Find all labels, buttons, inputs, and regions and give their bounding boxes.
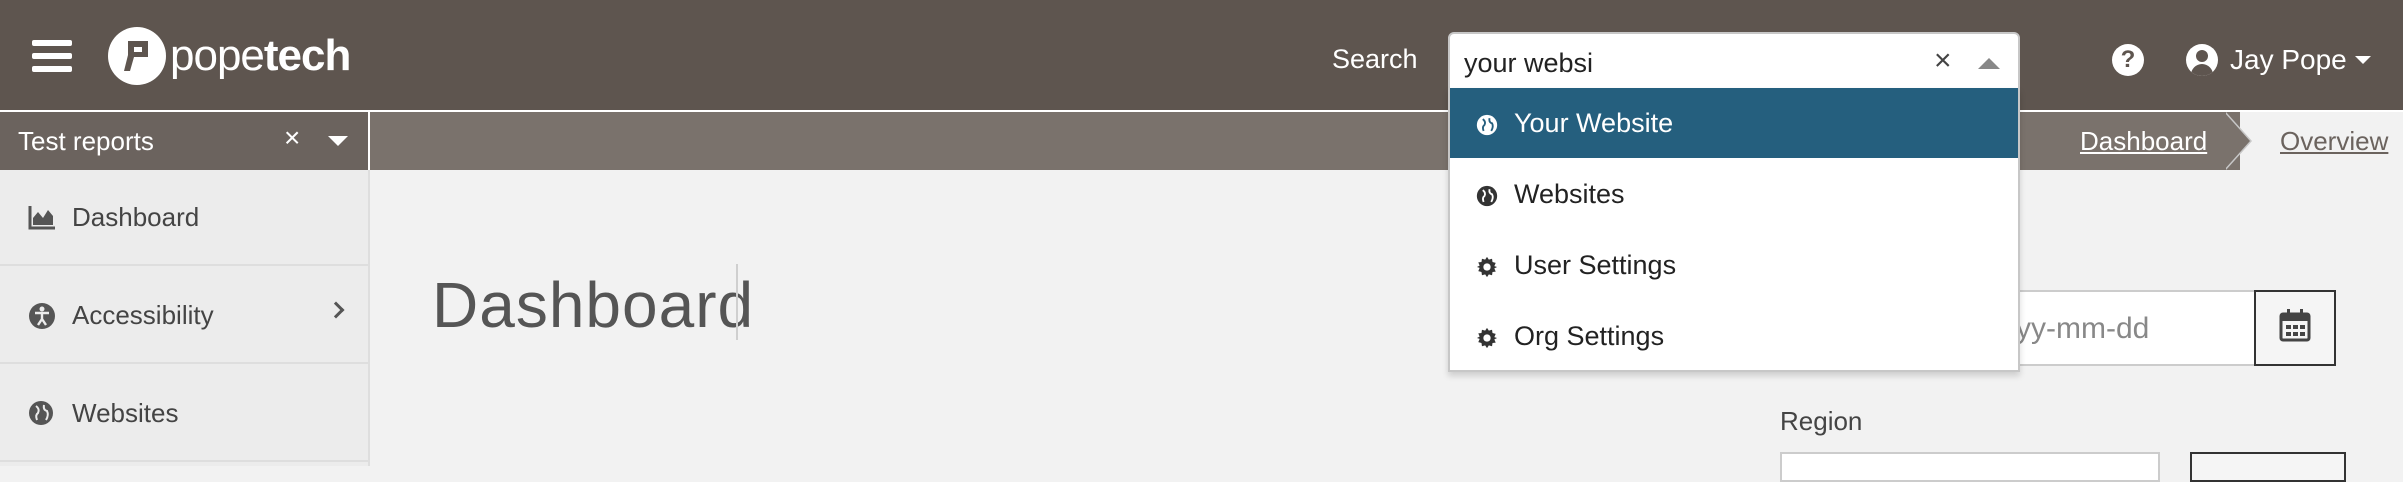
top-navbar: popetech Search × ? Jay Pope	[0, 0, 2403, 110]
calendar-button[interactable]	[2254, 290, 2336, 366]
breadcrumb-separator-arrow	[2224, 112, 2250, 170]
test-reports-selector[interactable]: Test reports ×	[0, 112, 368, 170]
logo-text-regular: pope	[170, 31, 265, 80]
region-label: Region	[1780, 406, 1863, 436]
title-divider	[736, 264, 738, 340]
breadcrumb-overview[interactable]: Overview	[2280, 126, 2388, 157]
globe-icon	[1476, 183, 1498, 207]
sidebar: Dashboard Accessibility Websites	[0, 170, 370, 466]
page-title: Dashboard	[432, 269, 755, 341]
region-select[interactable]	[1780, 452, 2160, 482]
search-combobox[interactable]: ×	[1448, 32, 2020, 90]
sidebar-item-websites[interactable]: Websites	[0, 366, 368, 462]
date-placeholder: yy-mm-dd	[2016, 312, 2150, 345]
clear-search-icon[interactable]: ×	[1934, 44, 1952, 78]
search-option-user-settings[interactable]: User Settings	[1450, 230, 2018, 300]
gear-icon	[1476, 325, 1498, 349]
search-option-label: Your Website	[1514, 107, 1674, 138]
popetech-logo[interactable]: popetech	[108, 26, 351, 86]
hamburger-menu-icon[interactable]	[32, 40, 74, 76]
sidebar-item-label: Accessibility	[72, 299, 214, 330]
gear-icon	[1476, 254, 1498, 278]
search-option-websites[interactable]: Websites	[1450, 159, 2018, 229]
search-option-label: User Settings	[1514, 249, 1677, 280]
search-input[interactable]	[1464, 48, 1904, 79]
search-option-label: Websites	[1514, 178, 1625, 209]
chevron-down-icon	[2354, 56, 2371, 64]
chevron-up-icon[interactable]	[1978, 58, 2000, 69]
sidebar-item-accessibility[interactable]: Accessibility	[0, 268, 368, 364]
sidebar-item-dashboard[interactable]: Dashboard	[0, 170, 368, 266]
logo-text-bold: tech	[263, 31, 351, 80]
chevron-right-icon	[327, 301, 345, 319]
search-option-your-website[interactable]: Your Website	[1450, 88, 2018, 158]
sidebar-item-label: Websites	[72, 397, 179, 428]
user-avatar-icon	[2186, 44, 2218, 76]
divider	[368, 112, 370, 170]
sidebar-item-label: Dashboard	[72, 201, 200, 232]
calendar-icon	[2279, 309, 2311, 342]
search-option-org-settings[interactable]: Org Settings	[1450, 301, 2018, 371]
breadcrumb-dashboard[interactable]: Dashboard	[2080, 126, 2207, 157]
user-menu[interactable]: Jay Pope	[2186, 44, 2371, 76]
search-option-label: Org Settings	[1514, 320, 1665, 351]
help-icon[interactable]: ?	[2112, 44, 2144, 76]
region-button[interactable]	[2190, 452, 2346, 482]
logo-mark-icon	[108, 27, 166, 85]
globe-icon	[1476, 112, 1498, 136]
search-dropdown-list: Your Website Websites User Settings Org …	[1448, 88, 2020, 372]
search-label: Search	[1332, 44, 1418, 74]
globe-icon	[28, 400, 56, 426]
area-chart-icon	[28, 204, 56, 230]
sub-navbar: Test reports × Dashboard Overview	[0, 110, 2403, 170]
logo-text: popetech	[170, 31, 351, 81]
user-name: Jay Pope	[2230, 44, 2347, 75]
test-reports-label: Test reports	[18, 126, 154, 156]
accessibility-icon	[28, 302, 56, 329]
chevron-down-icon[interactable]	[328, 136, 348, 146]
close-icon[interactable]: ×	[284, 122, 300, 154]
